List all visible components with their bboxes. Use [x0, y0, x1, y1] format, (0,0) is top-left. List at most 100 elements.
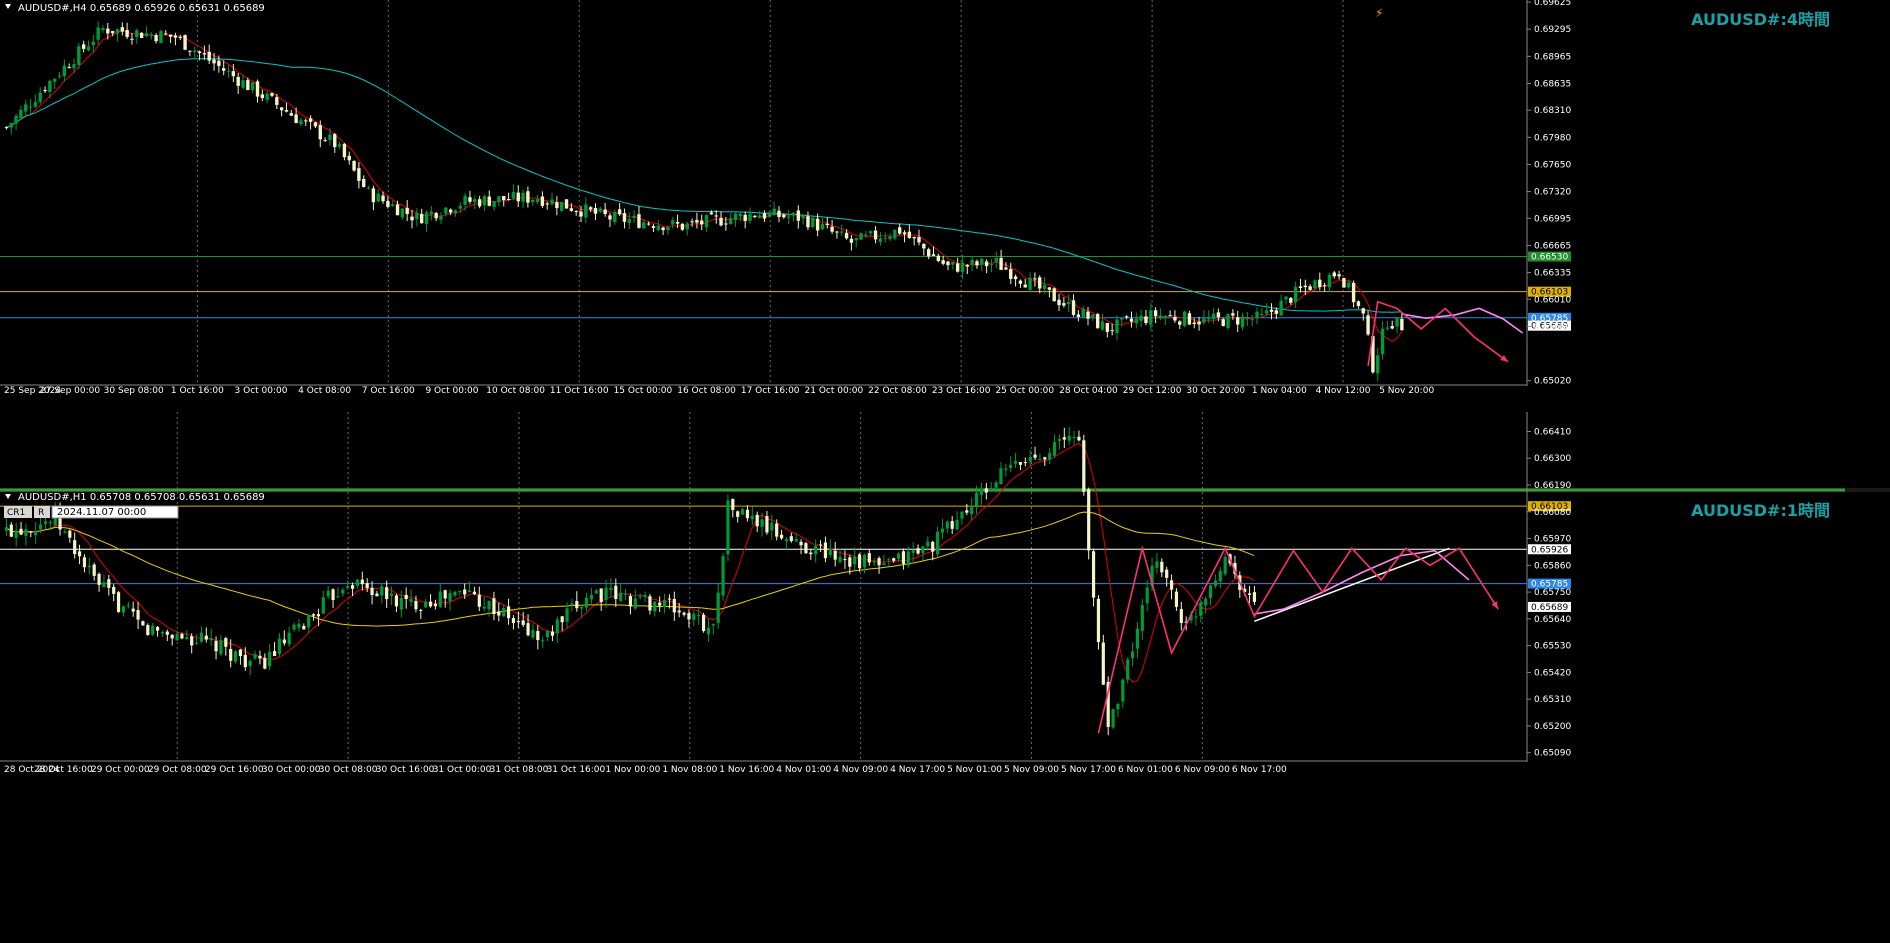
h4-candle-body	[106, 28, 110, 34]
h1-candle-body	[370, 587, 374, 595]
h4-candle-body	[1226, 314, 1230, 329]
h4-y-tick-label: 0.65680	[1534, 322, 1571, 332]
h1-candle-body	[92, 564, 96, 576]
h4-candle-body	[1178, 321, 1182, 325]
h1-candle-body	[165, 631, 169, 635]
h1-candle-body	[740, 509, 745, 515]
h4-candle-body	[159, 31, 163, 44]
h4-candle-body	[444, 207, 448, 214]
h4-candle-body	[786, 216, 791, 218]
h4-candle-body	[1100, 321, 1105, 330]
h1-candle-body	[599, 588, 603, 602]
h1-candle-body	[633, 598, 637, 609]
h1-candle-body	[950, 521, 954, 529]
h4-candle-body	[183, 35, 187, 50]
h4-candle-body	[1284, 296, 1288, 300]
h4-candle-body	[260, 94, 265, 99]
h4-candle-body	[391, 204, 395, 206]
h4-candle-body	[1351, 282, 1356, 303]
h1-x-tick-label: 29 Oct 08:00	[148, 765, 207, 775]
h4-candle-body	[729, 218, 733, 225]
h1-candle-body	[1028, 457, 1032, 462]
h4-candle-body	[989, 263, 994, 265]
h1-candle-body	[555, 619, 559, 634]
h1-candle-body	[818, 544, 823, 546]
h1-candle-body	[82, 557, 87, 568]
h4-candle-body	[318, 125, 322, 140]
h4-candle-body	[1149, 310, 1153, 325]
h4-candle-body	[719, 217, 723, 226]
h4-candle-body	[1289, 297, 1293, 303]
h4-candle-body	[564, 199, 569, 209]
h4-candle-body	[86, 46, 91, 51]
h4-candle-body	[535, 199, 540, 203]
h1-y-tick-label: 0.66190	[1534, 481, 1571, 491]
h4-candle-body	[651, 226, 656, 228]
h1-candle-body	[940, 528, 945, 533]
date-input-value: 2024.11.07 00:00	[57, 507, 146, 518]
h1-candle-body	[1062, 437, 1066, 440]
h1-collapse-icon[interactable]	[5, 494, 11, 499]
h1-candle-body	[614, 585, 618, 599]
h1-symbol-info: AUDUSD#,H1 0.65708 0.65708 0.65631 0.656…	[18, 492, 265, 503]
h4-candle-body	[188, 50, 192, 52]
h4-candle-body	[1245, 317, 1250, 319]
h4-candle-body	[168, 34, 173, 37]
h4-y-tick-label: 0.66335	[1534, 269, 1571, 279]
h1-candle-body	[453, 591, 457, 596]
h1-candle-body	[1082, 440, 1086, 492]
h1-candle-body	[399, 598, 403, 610]
h4-candle-body	[1120, 317, 1124, 320]
h4-candle-body	[516, 192, 520, 202]
h4-candle-body	[917, 237, 921, 243]
h1-candle-body	[77, 551, 82, 557]
h1-x-tick-label: 31 Oct 00:00	[433, 765, 492, 775]
h1-candle-body	[146, 625, 150, 636]
h4-candle-body	[550, 199, 554, 205]
h1-candle-body	[1052, 442, 1057, 456]
h4-candle-body	[33, 102, 38, 107]
h4-x-tick-label: 3 Oct 00:00	[235, 386, 288, 396]
h1-x-tick-label: 6 Nov 09:00	[1175, 765, 1230, 775]
h4-candle-body	[43, 90, 47, 92]
h4-candle-body	[569, 208, 574, 211]
h1-candle-body	[716, 592, 720, 623]
h1-candle-body	[102, 582, 106, 588]
h1-candle-body	[779, 534, 784, 539]
h1-candle-body	[224, 638, 228, 647]
h1-candle-body	[1140, 605, 1144, 631]
h4-candle-body	[980, 258, 984, 265]
h4-candle-body	[1342, 278, 1346, 288]
h4-candle-body	[1018, 280, 1023, 284]
h4-candle-body	[1298, 286, 1303, 289]
h4-candle-body	[627, 219, 631, 223]
h4-candle-body	[1144, 316, 1148, 323]
h4-candle-body	[1134, 318, 1138, 324]
h1-candle-body	[697, 615, 701, 617]
h1-forecast-dark-line[interactable]	[1097, 545, 1499, 734]
h4-candle-body	[936, 255, 941, 262]
h4-candle-body	[53, 78, 57, 82]
h4-candle-body	[231, 71, 236, 77]
h4-candle-body	[477, 199, 482, 207]
h4-candle-body	[1274, 310, 1279, 314]
h1-forecast-lines[interactable]	[1097, 545, 1499, 734]
h4-candle-body	[130, 38, 134, 40]
h1-candle-body	[999, 468, 1003, 485]
h4-x-tick-label: 25 Oct 00:00	[995, 386, 1054, 396]
h1-candle-body	[155, 627, 160, 631]
h4-chart-panel[interactable]: 0.665300.661030.657850.65689 0.696250.69…	[0, 0, 1890, 489]
h1-price-levels[interactable]: 0.661030.659260.657850.65689	[0, 501, 1571, 613]
h1-candle-body	[516, 620, 520, 622]
h1-candle-body	[814, 545, 818, 555]
h1-candle-body	[365, 583, 369, 589]
h1-candle-body	[292, 624, 296, 630]
h1-candle-body	[1126, 659, 1130, 680]
h4-candle-body	[608, 215, 612, 220]
h1-candle-body	[843, 559, 847, 561]
h1-candle-body	[994, 482, 998, 488]
h1-forecast-light-line[interactable]	[1254, 549, 1470, 615]
h4-candle-body	[1192, 322, 1196, 325]
h4-candle-body	[680, 223, 685, 230]
h4-candle-body	[1158, 315, 1163, 319]
